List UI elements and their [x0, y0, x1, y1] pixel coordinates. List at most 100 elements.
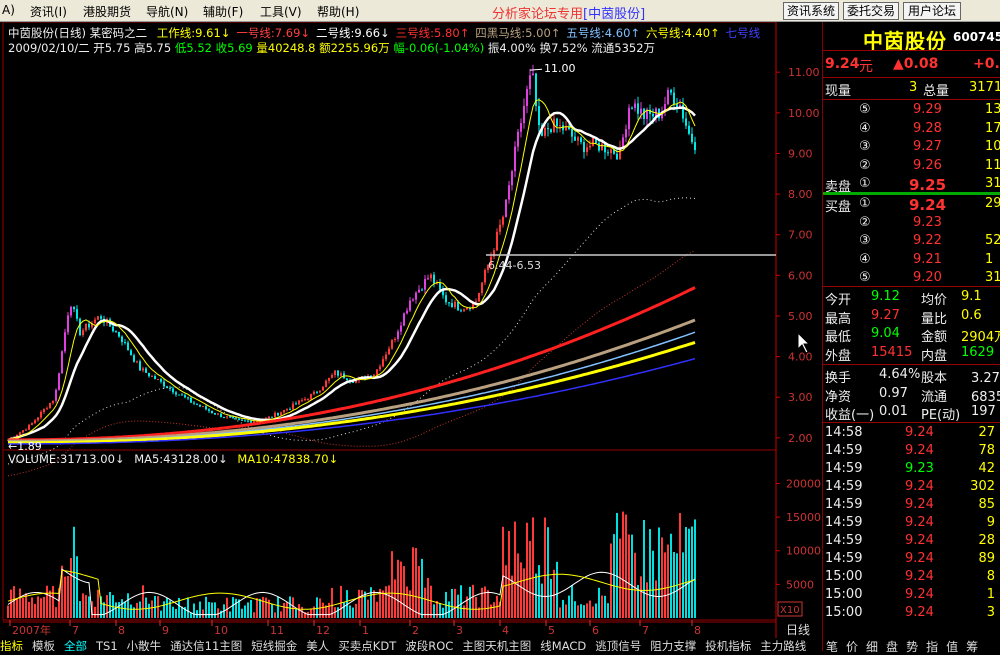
tick-price: 9.24 [905, 605, 934, 620]
ask-level-1[interactable]: ⑤ 9.29 13 [823, 102, 1000, 120]
tick-volume: 3 [986, 605, 995, 620]
volume-bar [667, 544, 669, 618]
price-tick-label: 2.00 [788, 432, 813, 445]
stat2-value-2: 3.27亿 [971, 371, 1000, 386]
menu-a[interactable]: A) [2, 3, 15, 17]
candle-body [19, 432, 21, 435]
indicator-tab-14[interactable]: 投机指标 [705, 639, 751, 651]
tick-price: 9.24 [905, 533, 934, 548]
volume-bar [424, 587, 426, 618]
user-forum-button[interactable]: 用户论坛 [903, 2, 961, 20]
volume-bar [652, 550, 654, 618]
info-system-button[interactable]: 资讯系统 [783, 2, 839, 20]
candle-body [313, 391, 315, 395]
candle-body [454, 301, 456, 308]
menu-item-assist[interactable]: 辅助(F) [203, 3, 243, 20]
indicator-tab-4[interactable]: 小散牛 [127, 639, 162, 651]
indicator-tab-7[interactable]: 美人 [306, 639, 329, 651]
volume-bar [556, 561, 558, 618]
bar-volume-amount: 量40248.8 额2255.96万 [256, 41, 390, 55]
candle-body [505, 199, 507, 217]
quote-tab-2[interactable]: 细 [866, 640, 878, 654]
quote-tab-7[interactable]: 筹 [966, 640, 978, 654]
menu-item-hk-futures[interactable]: 港股期货 [83, 3, 131, 20]
quote-tab-4[interactable]: 势 [906, 640, 918, 654]
bid-level-1[interactable]: 买盘 ① 9.24 29 [823, 196, 1000, 215]
menu-item-navigate[interactable]: 导航(N) [146, 3, 188, 20]
volume-bar [538, 565, 540, 618]
indicator-tab-5[interactable]: 通达信11主图 [170, 639, 242, 651]
tick-row: 14:59 9.24 9 [823, 515, 1000, 533]
volume-bar [352, 607, 354, 618]
stat-key: 最低 [825, 330, 852, 345]
candle-body [142, 368, 144, 371]
indicator-tab-13[interactable]: 阻力支撑 [650, 639, 696, 651]
candle-body [430, 274, 432, 279]
volume-bar [376, 601, 378, 618]
ask-level-4[interactable]: ② 9.26 11 [823, 158, 1000, 176]
stat2-key-2: PE(动) [921, 408, 961, 423]
kline-chart[interactable]: 11.00 10.00 9.00 8.00 7.00 6.00 5.00 4.00 3.00 2.… [0, 22, 822, 638]
month-label: 7 [642, 624, 649, 637]
candle-body [94, 319, 96, 324]
bid-level-4[interactable]: ④ 9.21 1 [823, 252, 1000, 270]
ask-level-2[interactable]: ④ 9.28 17 [823, 121, 1000, 139]
stat-key-2: 金额 [921, 330, 948, 345]
ask-level-3[interactable]: ③ 9.27 10 [823, 139, 1000, 157]
trade-button[interactable]: 委托交易 [843, 2, 899, 20]
indicator-tab-2[interactable]: 全部 [64, 639, 87, 651]
menu-item-tools[interactable]: 工具(V) [260, 3, 302, 20]
indicator-tab-12[interactable]: 逃顶信号 [595, 639, 641, 651]
chart-title: 中茵股份(日线) 某密码之二 [8, 26, 148, 40]
quote-tab-1[interactable]: 价 [846, 640, 858, 654]
indicator-tab-9[interactable]: 波段ROC [405, 639, 453, 651]
volume-bar [433, 604, 435, 618]
line-2-white [7, 106, 696, 442]
bid-level-3[interactable]: ③ 9.22 52 [823, 233, 1000, 251]
quote-tab-0[interactable]: 笔 [826, 640, 838, 654]
candle-body [406, 310, 408, 314]
candle-body [136, 361, 138, 363]
menu-item-info[interactable]: 资讯(I) [30, 3, 67, 20]
indicator-tab-3[interactable]: TS1 [96, 639, 118, 651]
candle-body [517, 131, 519, 147]
candle-body [544, 128, 546, 136]
indicator-tab-0[interactable]: 指标 [0, 639, 23, 651]
indicator-header: 中茵股份(日线) 某密码之二 工作线:9.61↓ 一号线:7.69↓ 二号线:9.6… [8, 25, 760, 41]
menu-item-help[interactable]: 帮助(H) [317, 3, 359, 20]
volume-bar [313, 606, 315, 618]
indicator-tab-1[interactable]: 模板 [32, 639, 55, 651]
bid-price: 9.23 [913, 214, 942, 230]
candle-body [688, 125, 690, 134]
tick-row: 14:59 9.24 302 [823, 479, 1000, 497]
indicator-tab-8[interactable]: 买卖点KDT [338, 639, 396, 651]
volume-bar [523, 568, 525, 618]
quote-tab-5[interactable]: 指 [926, 640, 938, 654]
volume-bar [136, 602, 138, 618]
indicator-tab-15[interactable]: 主力路线 [760, 639, 806, 651]
kline-chart-area[interactable]: 11.00 10.00 9.00 8.00 7.00 6.00 5.00 4.00 3.00 2.… [0, 22, 822, 651]
volume-bar [574, 601, 576, 618]
candle-body [577, 137, 579, 141]
candle-body [634, 103, 636, 109]
bid-level-2[interactable]: ② 9.23 [823, 215, 1000, 233]
indicator-tab-11[interactable]: 线MACD [540, 639, 586, 651]
volume-ma5: MA5:43128.00↓ [134, 452, 228, 466]
volume-bar [130, 604, 132, 618]
candle-body [247, 420, 249, 422]
volume-bar [19, 588, 21, 618]
tick-price: 9.24 [905, 443, 934, 458]
indicator-tab-6[interactable]: 短线掘金 [251, 639, 297, 651]
tick-volume: 27 [978, 425, 995, 440]
indicator-tab-10[interactable]: 主图天机主图 [462, 639, 531, 651]
quote-tab-6[interactable]: 值 [946, 640, 958, 654]
candle-body [667, 89, 669, 105]
price-tick-label: 11.00 [788, 66, 820, 79]
candle-body [538, 105, 540, 126]
candle-body [226, 416, 228, 418]
volume-bar [355, 603, 357, 618]
quote-tab-3[interactable]: 盘 [886, 640, 898, 654]
volume-bar [277, 597, 279, 618]
bid-level-num: ⑤ [859, 270, 871, 285]
month-label: 9 [162, 624, 169, 637]
